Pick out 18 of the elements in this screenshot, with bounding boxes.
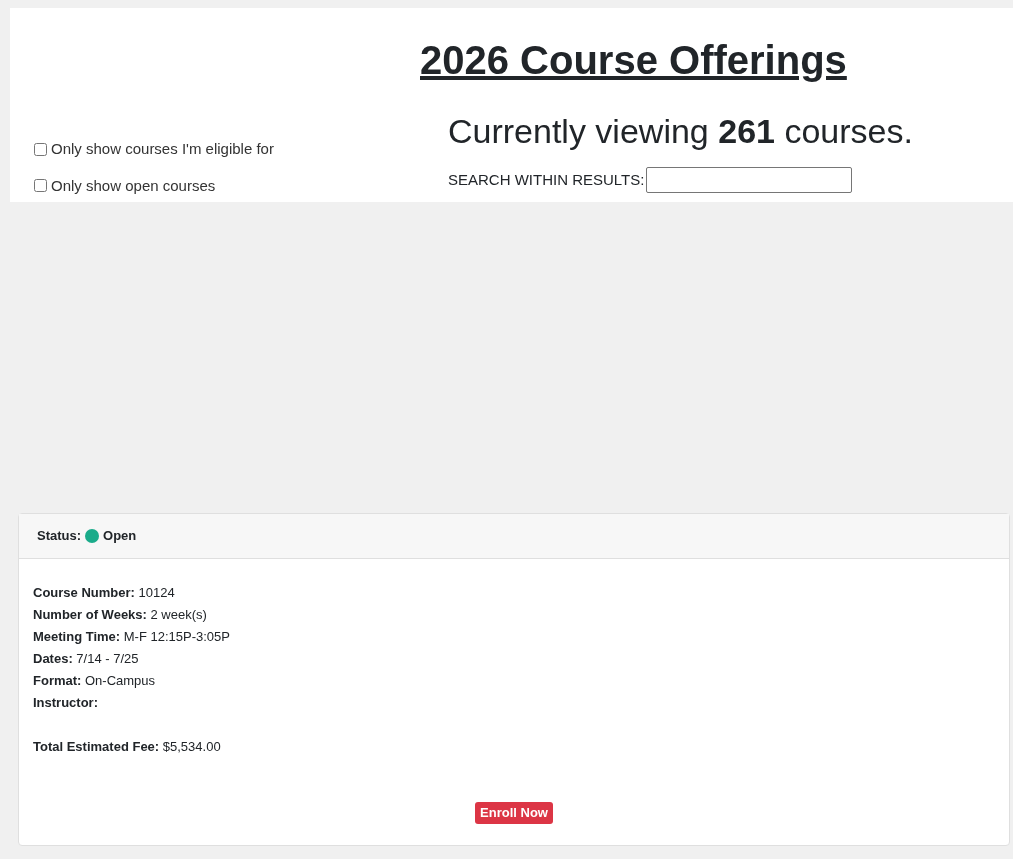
course-detail: Instructor:: [33, 694, 99, 712]
status-label: Status:: [37, 527, 82, 546]
search-label: SEARCH WITHIN RESULTS:: [448, 169, 645, 190]
course-detail: Number of Weeks: 2 week(s): [33, 606, 208, 624]
status-value: Open: [103, 527, 137, 546]
course-detail: Dates: 7/14 - 7/25: [33, 650, 140, 668]
search-field[interactable]: [646, 167, 853, 193]
filter-checkbox[interactable]: [34, 179, 47, 193]
course-detail: Course Number: 10124: [33, 584, 176, 602]
course-detail: Meeting Time: M-F 12:15P-3:05P: [33, 628, 231, 646]
results-summary: Currently viewing 261 courses.: [448, 111, 913, 152]
filter-label: Only show open courses: [51, 175, 216, 196]
course-detail: Format: On-Campus: [33, 672, 157, 690]
page-title: 2026 Course Offerings: [420, 37, 848, 84]
course-detail: Total Estimated Fee: $5,534.00: [33, 738, 222, 756]
filter-label: Only show courses I'm eligible for: [51, 139, 274, 159]
filter-checkbox[interactable]: [34, 142, 47, 156]
enroll-button[interactable]: Enroll Now: [475, 802, 553, 824]
